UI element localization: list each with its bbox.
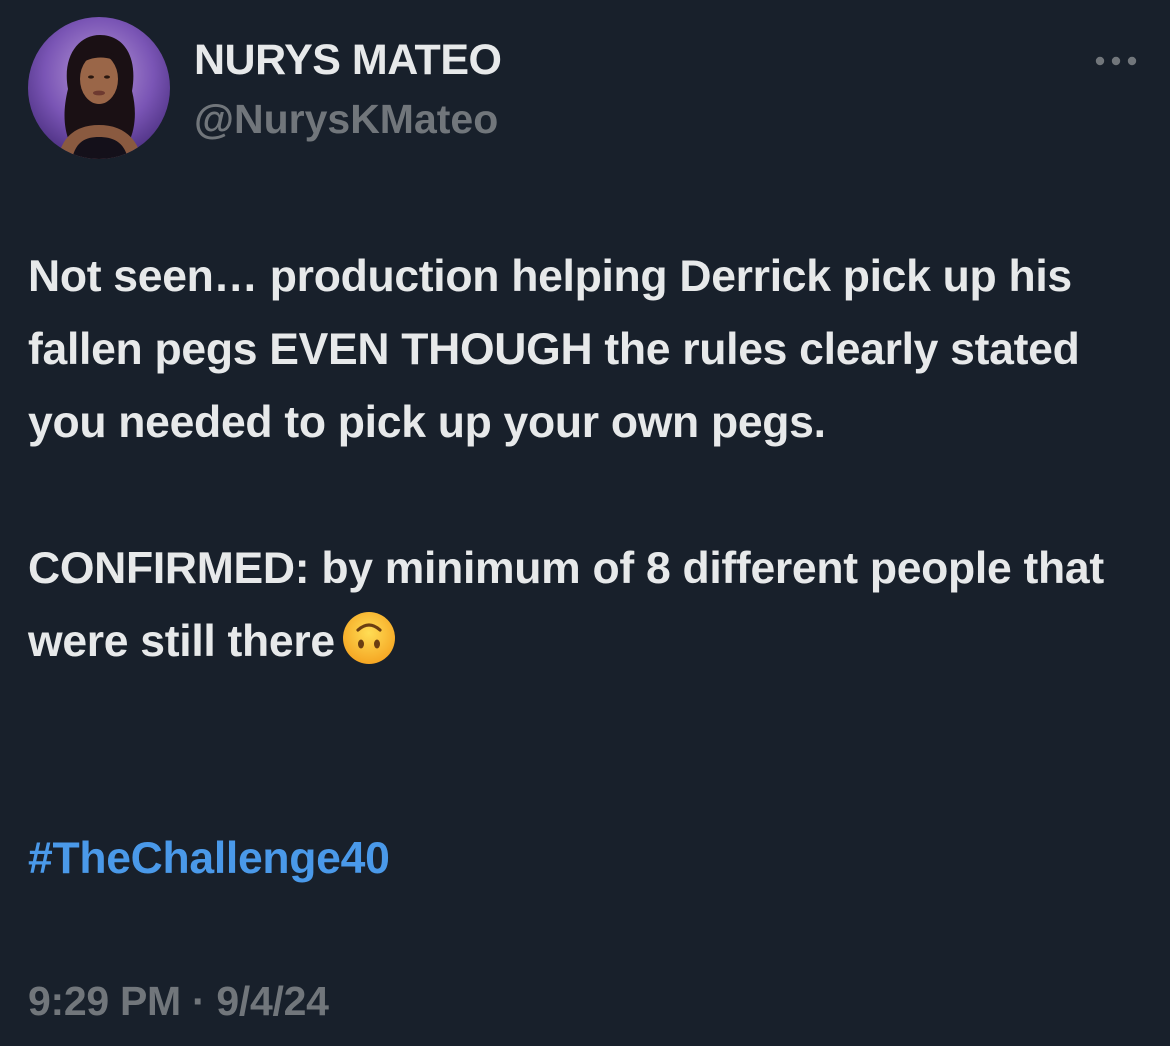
author-display-name[interactable]: NURYS MATEO bbox=[194, 34, 502, 86]
tweet-paragraph-2: CONFIRMED: by minimum of 8 different peo… bbox=[28, 544, 1116, 666]
upside-down-face-emoji-icon bbox=[341, 610, 397, 688]
tweet-paragraph-2-wrapper: CONFIRMED: by minimum of 8 different peo… bbox=[28, 532, 1148, 688]
more-horizontal-icon bbox=[1095, 56, 1137, 66]
tweet-date[interactable]: 9/4/24 bbox=[216, 978, 329, 1024]
profile-photo-icon bbox=[28, 17, 170, 159]
tweet-blank-line bbox=[28, 459, 1148, 532]
tweet-text: Not seen… production helping Derrick pic… bbox=[28, 240, 1148, 688]
author-avatar[interactable] bbox=[28, 17, 170, 159]
author-handle[interactable]: @NurysKMateo bbox=[194, 94, 498, 144]
hashtag-link[interactable]: #TheChallenge40 bbox=[28, 822, 390, 895]
more-options-button[interactable] bbox=[1088, 46, 1144, 76]
timestamp-separator: · bbox=[191, 978, 206, 1024]
tweet-timestamp: 9:29 PM · 9/4/24 bbox=[28, 974, 329, 1028]
tweet-paragraph-1: Not seen… production helping Derrick pic… bbox=[28, 252, 1092, 447]
tweet-time[interactable]: 9:29 PM bbox=[28, 978, 181, 1024]
tweet-card: NURYS MATEO @NurysKMateo Not seen… produ… bbox=[0, 0, 1170, 1046]
